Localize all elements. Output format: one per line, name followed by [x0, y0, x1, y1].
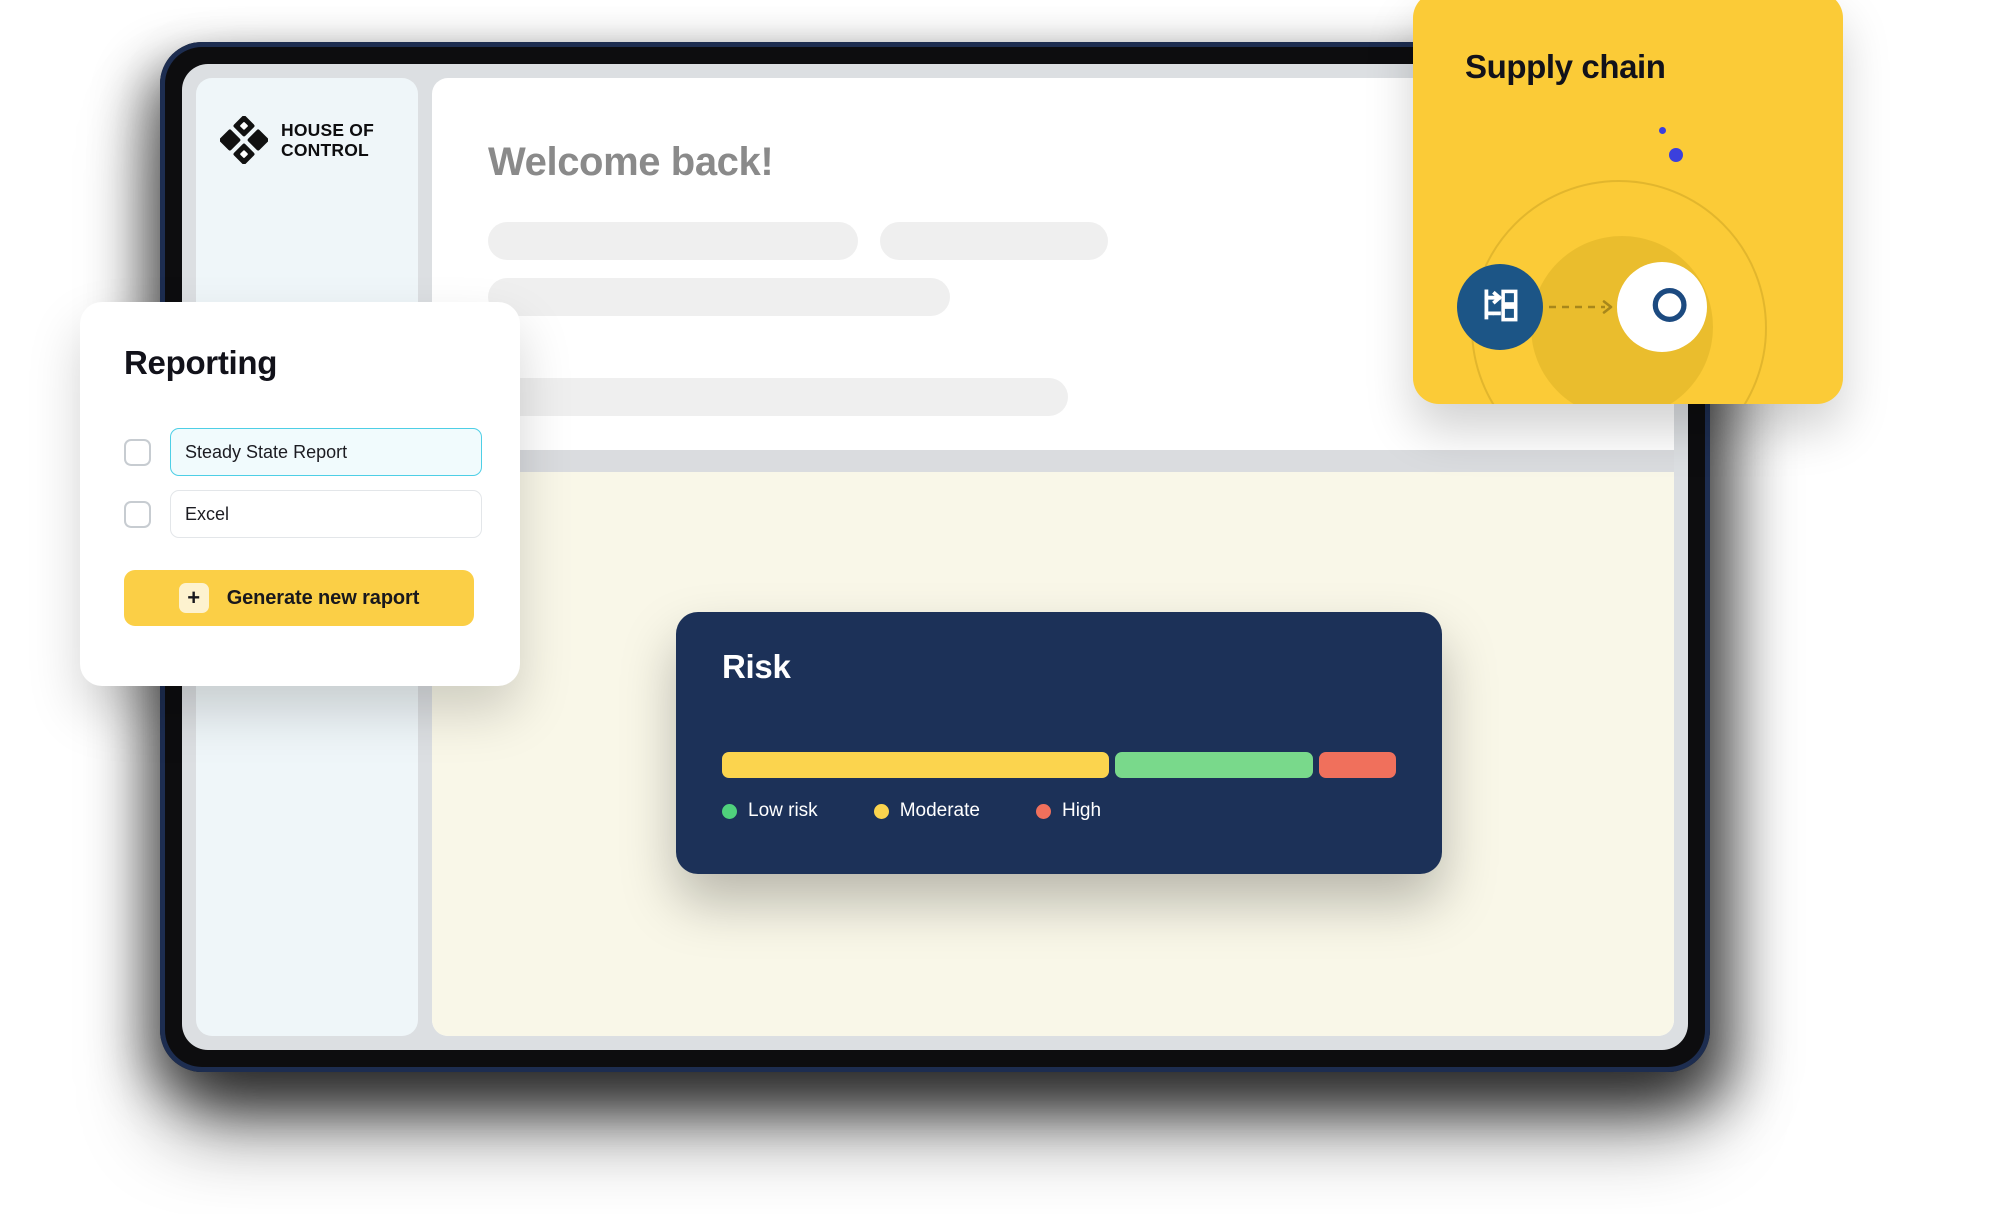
content-divider [432, 450, 1674, 472]
legend-item-moderate: Moderate [873, 800, 980, 822]
legend-label-high: High [1061, 800, 1102, 821]
generate-new-report-label: Generate new raport [226, 586, 420, 609]
reporting-title: Reporting [124, 344, 278, 381]
report-checkbox-excel[interactable] [124, 500, 151, 528]
risk-segment-moderate [722, 752, 1110, 778]
skeleton-line-3 [488, 278, 950, 316]
house-of-control-logo-icon [219, 115, 269, 165]
page-title: Welcome back! [488, 140, 774, 184]
supply-chain-title: Supply chain [1465, 48, 1666, 85]
risk-legend: Low risk Moderate High [722, 800, 1101, 822]
legend-dot-low-risk-icon [722, 803, 737, 819]
skeleton-line-4 [488, 378, 1068, 416]
skeleton-line-2 [880, 222, 1108, 260]
brand-name: HOUSE OF CONTROL [281, 119, 374, 160]
risk-segment-high [1318, 752, 1396, 778]
legend-dot-high-icon [1035, 803, 1051, 819]
supply-chain-card: Supply chain [1413, 0, 1843, 404]
supply-chain-source-node[interactable] [1457, 264, 1543, 350]
risk-card: Risk Low risk Moderate High [676, 612, 1442, 874]
legend-item-low-risk: Low risk [722, 800, 818, 822]
report-checkbox-steady-state[interactable] [124, 438, 151, 466]
screenshot-stage: HOUSE OF CONTROL Welcome back! Supply ch… [0, 0, 2000, 1214]
plus-icon: + [178, 583, 209, 613]
legend-item-high: High [1035, 800, 1102, 822]
accent-dot-large-icon [1669, 148, 1683, 162]
workflow-flowchart-icon [1477, 282, 1523, 333]
brand: HOUSE OF CONTROL [219, 115, 374, 165]
report-field-steady-state[interactable]: Steady State Report [170, 428, 482, 476]
legend-dot-moderate-icon [873, 803, 889, 819]
report-row-excel: Excel [124, 490, 482, 538]
risk-segment-low-risk [1115, 752, 1313, 778]
supply-chain-target-node[interactable] [1617, 262, 1707, 352]
skeleton-line-1 [488, 222, 858, 260]
report-row-steady-state: Steady State Report [124, 428, 482, 476]
reporting-card: Reporting Steady State Report Excel + Ge… [80, 302, 520, 686]
risk-distribution-bar [722, 752, 1396, 778]
report-field-excel[interactable]: Excel [170, 490, 482, 538]
generate-new-report-button[interactable]: + Generate new raport [124, 570, 474, 626]
legend-label-moderate: Moderate [899, 800, 980, 821]
accent-dot-small-icon [1659, 127, 1666, 134]
legend-label-low-risk: Low risk [748, 800, 818, 821]
co-brand-logo-icon [1635, 284, 1689, 331]
dashed-arrow-icon [1547, 298, 1619, 316]
risk-title: Risk [722, 648, 791, 685]
